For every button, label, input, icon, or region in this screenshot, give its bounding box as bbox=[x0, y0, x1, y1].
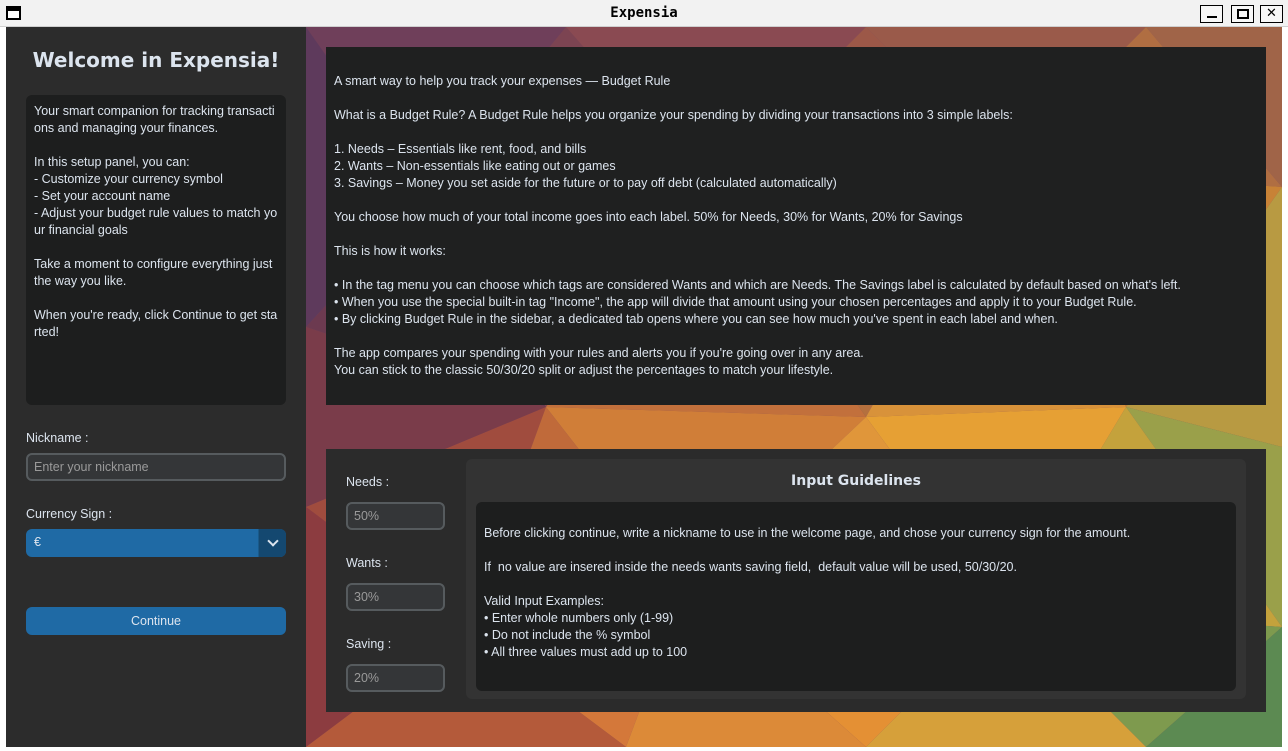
title-bar: Expensia ✕ bbox=[0, 0, 1288, 27]
wants-label: Wants : bbox=[346, 556, 388, 570]
wants-input[interactable] bbox=[346, 583, 445, 611]
guidelines-textbox[interactable]: Before clicking continue, write a nickna… bbox=[476, 502, 1236, 691]
currency-dropdown-toggle[interactable] bbox=[258, 529, 286, 557]
guidelines-title: Input Guidelines bbox=[791, 473, 921, 489]
input-guidelines-frame: Input Guidelines Before clicking continu… bbox=[466, 459, 1246, 699]
close-icon: ✕ bbox=[1266, 6, 1277, 21]
window-title: Expensia bbox=[610, 5, 678, 21]
intro-textbox[interactable]: Your smart companion for tracking transa… bbox=[26, 95, 286, 405]
main-area: A smart way to help you track your expen… bbox=[306, 27, 1282, 747]
continue-button[interactable]: Continue bbox=[26, 607, 286, 635]
needs-label: Needs : bbox=[346, 475, 390, 489]
currency-label: Currency Sign : bbox=[26, 507, 113, 521]
budget-rule-info-textbox[interactable]: A smart way to help you track your expen… bbox=[326, 47, 1266, 405]
welcome-heading: Welcome in Expensia! bbox=[32, 48, 280, 72]
currency-dropdown[interactable]: € bbox=[26, 529, 286, 557]
budget-input-panel: Needs : Wants : Saving : Input Guideline… bbox=[326, 449, 1266, 712]
saving-input[interactable] bbox=[346, 664, 445, 692]
minimize-button[interactable] bbox=[1200, 5, 1223, 23]
currency-value: € bbox=[34, 535, 41, 549]
saving-label: Saving : bbox=[346, 637, 392, 651]
maximize-icon bbox=[1237, 9, 1249, 19]
nickname-input[interactable] bbox=[26, 453, 286, 481]
setup-sidebar: Welcome in Expensia! Your smart companio… bbox=[6, 27, 306, 747]
minimize-icon bbox=[1207, 16, 1217, 18]
close-button[interactable]: ✕ bbox=[1260, 5, 1283, 23]
needs-input[interactable] bbox=[346, 502, 445, 530]
chevron-down-icon bbox=[267, 535, 279, 547]
nickname-label: Nickname : bbox=[26, 431, 89, 445]
maximize-button[interactable] bbox=[1231, 5, 1254, 23]
